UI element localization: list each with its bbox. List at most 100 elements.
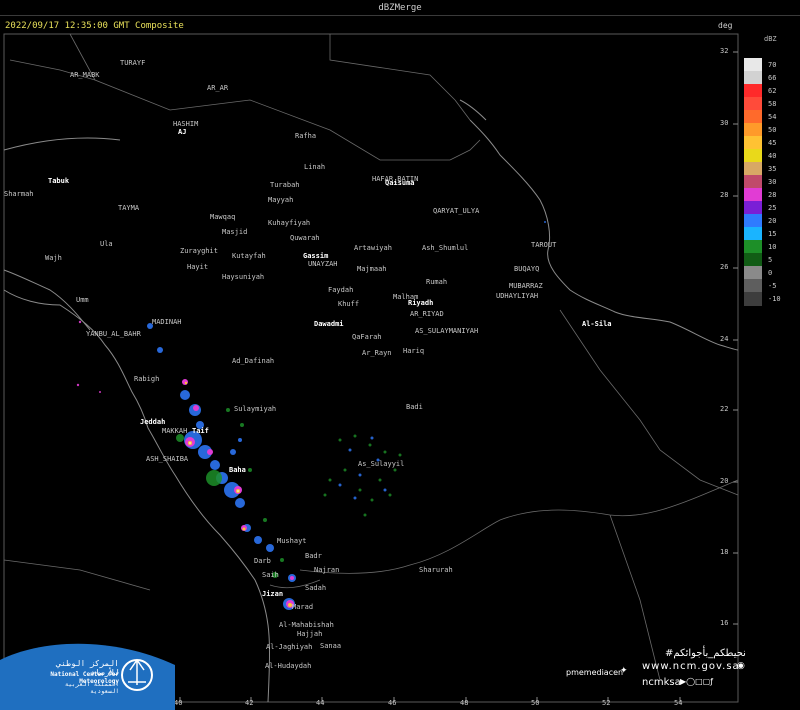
lon-label: 42 bbox=[245, 699, 254, 707]
legend-swatch bbox=[744, 279, 762, 293]
legend-label: 0 bbox=[768, 269, 773, 277]
place-label: AR_AR bbox=[207, 84, 229, 92]
lon-label: 44 bbox=[316, 699, 325, 707]
place-label: Artawiyah bbox=[354, 244, 392, 252]
place-label: Sanaa bbox=[320, 642, 342, 650]
place-label: Hariq bbox=[403, 347, 425, 355]
place-label: AR_RIYAD bbox=[410, 310, 444, 318]
place-label: BUQAYQ bbox=[514, 265, 540, 273]
legend-swatch bbox=[744, 58, 762, 72]
place-label: Zurayghit bbox=[180, 247, 218, 255]
lat-label: 18 bbox=[720, 548, 729, 556]
place-label: Rabigh bbox=[134, 375, 160, 383]
twitter-icon[interactable]: ✦ bbox=[620, 666, 628, 676]
place-label: Tabuk bbox=[48, 177, 70, 185]
lat-label: 22 bbox=[720, 405, 729, 413]
place-label: Marad bbox=[292, 603, 314, 611]
legend-swatch bbox=[744, 162, 762, 176]
legend-label: 10 bbox=[768, 243, 777, 251]
axis-unit: deg bbox=[718, 21, 733, 30]
lon-label: 50 bbox=[531, 699, 540, 707]
website-link[interactable]: www.ncm.gov.sa bbox=[642, 661, 740, 672]
legend-label: 40 bbox=[768, 152, 777, 160]
place-label: Wajh bbox=[45, 254, 62, 262]
place-label: MADINAH bbox=[152, 318, 182, 326]
place-label: QaFarah bbox=[352, 333, 382, 341]
timestamp: 2022/09/17 12:35:00 GMT Composite bbox=[5, 21, 184, 31]
place-label: Ar_Rayn bbox=[362, 349, 392, 357]
legend-swatch bbox=[744, 97, 762, 111]
place-label: Jeddah bbox=[140, 418, 166, 426]
lon-label: 40 bbox=[174, 699, 183, 707]
legend-swatch bbox=[744, 84, 762, 98]
legend-swatch bbox=[744, 136, 762, 150]
twitter-handle[interactable]: pmemediacen bbox=[566, 668, 623, 677]
place-label: Riyadh bbox=[408, 299, 434, 307]
lat-label: 24 bbox=[720, 335, 729, 343]
legend-unit: dBZ bbox=[764, 35, 777, 43]
place-label: Badi bbox=[406, 403, 423, 411]
place-label: Mushayt bbox=[277, 537, 307, 545]
legend-label: 30 bbox=[768, 178, 777, 186]
social-handle[interactable]: ncmksa bbox=[642, 677, 681, 688]
place-label: Al-Sila bbox=[582, 320, 612, 328]
place-label: Linah bbox=[304, 163, 326, 171]
lat-label: 16 bbox=[720, 619, 729, 627]
place-label: QARYAT_ULYA bbox=[433, 207, 480, 215]
radar-map[interactable] bbox=[0, 0, 800, 710]
legend-swatch bbox=[744, 149, 762, 163]
place-label: YANBU_AL_BAHR bbox=[86, 330, 141, 338]
legend-label: 70 bbox=[768, 61, 777, 69]
lat-ticks bbox=[733, 51, 738, 625]
legend-label: 45 bbox=[768, 139, 777, 147]
place-label: AS_SULAYMANIYAH bbox=[415, 327, 479, 335]
legend-label: 62 bbox=[768, 87, 777, 95]
place-label: As_Sulayyil bbox=[358, 460, 405, 468]
place-label: Al-Mahabishah bbox=[279, 621, 334, 629]
legend-label: 58 bbox=[768, 100, 777, 108]
place-label: Al-Hudaydah bbox=[265, 662, 312, 670]
place-label: Darb bbox=[254, 557, 271, 565]
globe-icon[interactable]: ◉ bbox=[737, 661, 745, 671]
place-label: Najran bbox=[314, 566, 340, 574]
place-label: UDHAYLIYAH bbox=[496, 292, 539, 300]
place-label: Sadah bbox=[305, 584, 327, 592]
place-label: Qaisuma bbox=[385, 179, 415, 187]
place-label: MAKKAH bbox=[162, 427, 188, 435]
place-label: AJ bbox=[178, 128, 187, 136]
legend-label: 35 bbox=[768, 165, 777, 173]
coastlines bbox=[3, 99, 739, 703]
social-icons[interactable]: ▶◯□▢ƒ bbox=[680, 677, 713, 686]
legend-label: 28 bbox=[768, 191, 777, 199]
map-frame bbox=[3, 33, 739, 703]
place-label: Sulaymiyah bbox=[234, 405, 277, 413]
place-label: Badr bbox=[305, 552, 322, 560]
legend-label: 54 bbox=[768, 113, 777, 121]
legend-swatch bbox=[744, 214, 762, 228]
place-label: Sharurah bbox=[419, 566, 453, 574]
legend-swatch bbox=[744, 227, 762, 241]
place-label: Ula bbox=[100, 240, 113, 248]
place-label: Dawadmi bbox=[314, 320, 344, 328]
place-label: Turabah bbox=[270, 181, 300, 189]
lat-label: 20 bbox=[720, 477, 729, 485]
place-label: Rafha bbox=[295, 132, 317, 140]
place-label: Hayit bbox=[187, 263, 209, 271]
place-label: Quwarah bbox=[290, 234, 320, 242]
legend-swatch bbox=[744, 188, 762, 202]
legend-label: -5 bbox=[768, 282, 777, 290]
place-label: Hajjah bbox=[297, 630, 323, 638]
place-label: TAYMA bbox=[118, 204, 140, 212]
place-label: Ad_Dafinah bbox=[232, 357, 275, 365]
lon-label: 54 bbox=[674, 699, 683, 707]
legend-swatch bbox=[744, 253, 762, 267]
place-label: Al-Jaghiyah bbox=[266, 643, 313, 651]
place-label: Jizan bbox=[262, 590, 284, 598]
place-label: Mayyah bbox=[268, 196, 294, 204]
legend-label: 15 bbox=[768, 230, 777, 238]
legend-swatch bbox=[744, 71, 762, 85]
lat-label: 32 bbox=[720, 47, 729, 55]
place-label: Majmaah bbox=[357, 265, 387, 273]
lon-label: 46 bbox=[388, 699, 397, 707]
legend-swatch bbox=[744, 123, 762, 137]
